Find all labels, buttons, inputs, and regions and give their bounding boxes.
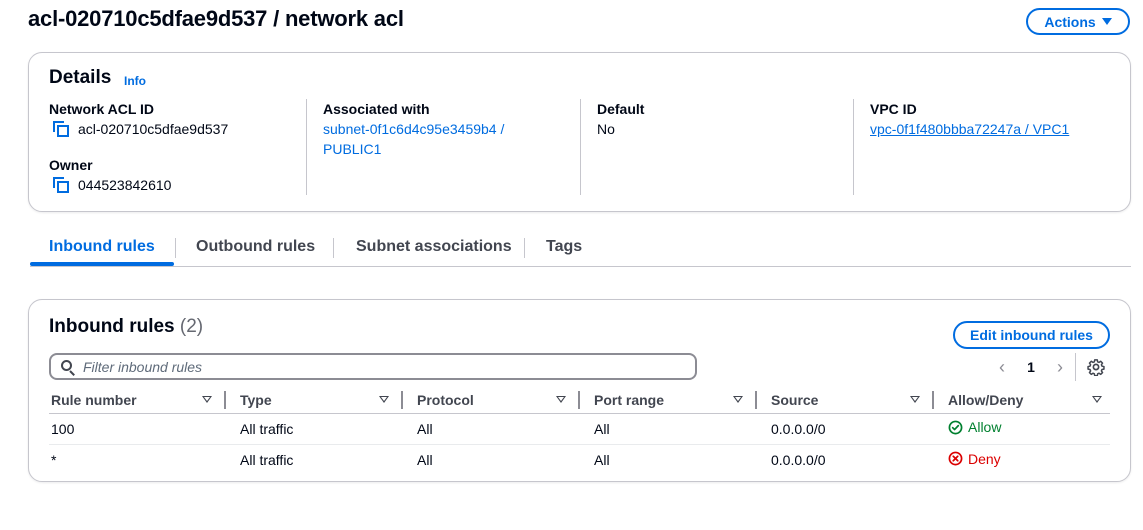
vpc-id-link[interactable]: vpc-0f1f480bbba72247a / VPC1 <box>870 119 1120 139</box>
sort-caret-icon[interactable] <box>910 396 920 404</box>
tab-separator <box>333 238 334 258</box>
active-tab-indicator <box>30 262 174 266</box>
status-badge: Allow <box>948 419 1001 435</box>
allow-deny-cell: Allow <box>934 419 1110 438</box>
details-panel: Details Info Network ACL ID acl-020710c5… <box>28 52 1131 212</box>
details-divider <box>853 99 854 195</box>
pagination: ‹ 1 › <box>991 355 1071 379</box>
gear-icon[interactable] <box>1087 358 1105 376</box>
column-header-rule-number[interactable]: Rule number <box>49 387 226 414</box>
owner-label: Owner <box>49 157 93 173</box>
allow-deny-cell: Deny <box>934 451 1110 470</box>
rule-number-cell: * <box>51 451 57 468</box>
column-header-allow-deny[interactable]: Allow/Deny <box>934 387 1110 414</box>
associated-subnet-name-link[interactable]: PUBLIC1 <box>323 139 563 159</box>
status-label: Deny <box>968 450 1001 467</box>
x-circle-icon <box>948 451 963 466</box>
source-cell: 0.0.0.0/0 <box>771 451 826 468</box>
check-circle-icon <box>948 420 963 435</box>
column-label: Port range <box>594 391 665 408</box>
column-header-type[interactable]: Type <box>226 387 403 414</box>
sort-caret-icon[interactable] <box>379 396 389 404</box>
tab-inbound-rules[interactable]: Inbound rules <box>49 238 155 256</box>
table-header-row: Rule number Type Protocol Port range Sou… <box>49 387 1110 414</box>
chevron-left-icon[interactable]: ‹ <box>991 357 1013 378</box>
chevron-right-icon[interactable]: › <box>1049 357 1071 378</box>
column-header-protocol[interactable]: Protocol <box>403 387 580 414</box>
details-divider <box>580 99 581 195</box>
tab-separator <box>175 238 176 258</box>
column-label: Rule number <box>51 391 137 408</box>
sort-caret-icon[interactable] <box>202 396 212 404</box>
rule-number-cell: 100 <box>51 420 75 437</box>
table-row[interactable]: 100 All traffic All All 0.0.0.0/0 Allow <box>49 413 1110 445</box>
tab-outbound-rules[interactable]: Outbound rules <box>196 238 315 256</box>
inbound-rules-table: Rule number Type Protocol Port range Sou… <box>49 387 1110 475</box>
sort-caret-icon[interactable] <box>733 396 743 404</box>
table-row[interactable]: * All traffic All All 0.0.0.0/0 Deny <box>49 444 1110 475</box>
network-acl-id-label: Network ACL ID <box>49 101 155 117</box>
copy-icon[interactable] <box>53 177 69 193</box>
actions-button-label: Actions <box>1044 13 1096 30</box>
sort-caret-icon[interactable] <box>556 396 566 404</box>
details-column-vpc: VPC ID vpc-0f1f480bbba72247a / VPC1 <box>870 101 1120 139</box>
filter-input[interactable] <box>83 358 643 375</box>
protocol-cell: All <box>417 420 433 437</box>
details-column-acl: Network ACL ID acl-020710c5dfae9d537 Own… <box>49 101 299 193</box>
protocol-cell: All <box>417 451 433 468</box>
sort-caret-icon[interactable] <box>1092 396 1102 404</box>
status-label: Allow <box>968 419 1002 436</box>
column-header-source[interactable]: Source <box>757 387 934 414</box>
network-acl-id-row: acl-020710c5dfae9d537 <box>49 121 299 137</box>
status-badge: Deny <box>948 451 1001 467</box>
details-title: Details <box>49 67 112 88</box>
inbound-rules-heading: Inbound rules <box>49 316 175 337</box>
default-label: Default <box>597 101 645 117</box>
default-value: No <box>597 121 615 137</box>
column-label: Protocol <box>417 391 474 408</box>
column-label: Source <box>771 391 819 408</box>
type-cell: All traffic <box>240 451 294 468</box>
owner-value: 044523842610 <box>78 177 172 193</box>
port-range-cell: All <box>594 420 610 437</box>
type-cell: All traffic <box>240 420 294 437</box>
caret-down-icon <box>1101 18 1112 25</box>
vpc-id-label: VPC ID <box>870 101 917 117</box>
details-column-associated: Associated with subnet-0f1c6d4c95e3459b4… <box>323 101 563 159</box>
associated-subnet-link[interactable]: subnet-0f1c6d4c95e3459b4 / <box>323 119 563 139</box>
page-number[interactable]: 1 <box>1013 359 1049 375</box>
filter-field[interactable] <box>49 353 697 380</box>
tab-separator <box>524 238 525 258</box>
column-label: Allow/Deny <box>948 391 1024 408</box>
associated-with-label: Associated with <box>323 101 430 117</box>
page-title: acl-020710c5dfae9d537 / network acl <box>28 6 404 31</box>
port-range-cell: All <box>594 451 610 468</box>
inbound-rules-count: (2) <box>179 316 204 337</box>
owner-row: 044523842610 <box>49 177 299 193</box>
inbound-rules-title: Inbound rules (2) <box>49 316 203 338</box>
network-acl-id-value: acl-020710c5dfae9d537 <box>78 121 229 137</box>
details-column-default: Default No <box>597 101 837 137</box>
copy-icon[interactable] <box>53 121 69 137</box>
actions-button[interactable]: Actions <box>1026 8 1130 35</box>
tab-list: Inbound rules Outbound rules Subnet asso… <box>30 234 1131 267</box>
edit-inbound-rules-button[interactable]: Edit inbound rules <box>953 321 1110 349</box>
search-icon <box>61 359 75 376</box>
column-label: Type <box>240 391 272 408</box>
tab-tags[interactable]: Tags <box>546 238 582 256</box>
tab-subnet-associations[interactable]: Subnet associations <box>356 238 512 256</box>
source-cell: 0.0.0.0/0 <box>771 420 826 437</box>
info-link[interactable]: Info <box>124 74 146 88</box>
details-divider <box>306 99 307 195</box>
pagination-divider <box>1075 353 1076 381</box>
column-header-port-range[interactable]: Port range <box>580 387 757 414</box>
inbound-rules-panel: Inbound rules (2) Edit inbound rules ‹ 1… <box>28 299 1131 482</box>
